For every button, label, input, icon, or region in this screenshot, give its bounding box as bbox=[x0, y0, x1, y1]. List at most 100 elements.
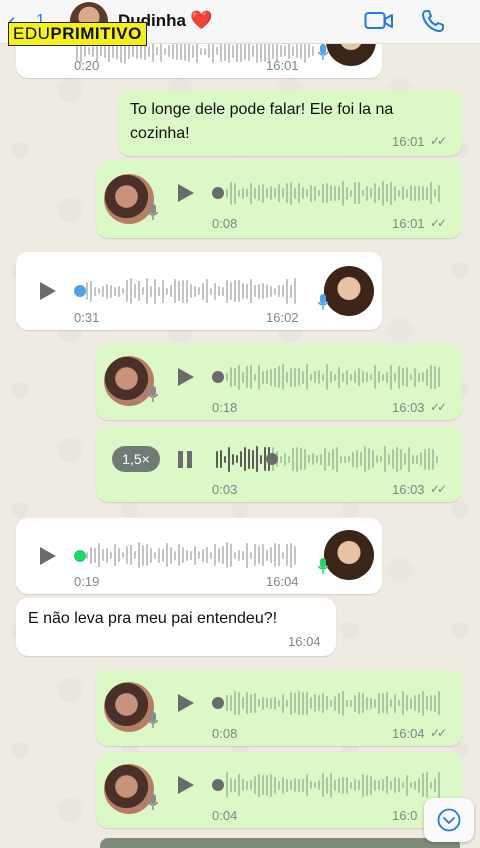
voice-waveform[interactable] bbox=[226, 688, 442, 718]
waveform-bar bbox=[334, 373, 336, 381]
scroll-to-bottom-button[interactable] bbox=[424, 798, 474, 842]
waveform-bar bbox=[318, 695, 320, 711]
waveform-bar bbox=[282, 364, 284, 390]
voice-waveform[interactable] bbox=[226, 178, 442, 208]
waveform-bar bbox=[242, 550, 244, 560]
waveform-bar bbox=[90, 280, 92, 302]
play-icon[interactable] bbox=[178, 776, 194, 794]
read-ticks-icon: ✓✓ bbox=[430, 400, 447, 414]
waveform-bar bbox=[138, 281, 140, 301]
voice-message[interactable]: 0:08 16:01 ✓✓ bbox=[96, 160, 462, 238]
message-time: 16:03 bbox=[392, 482, 425, 497]
waveform-bar bbox=[324, 447, 326, 471]
waveform-bar bbox=[312, 453, 314, 465]
waveform-bar bbox=[190, 550, 192, 560]
waveform-bar bbox=[426, 368, 428, 386]
mic-icon bbox=[148, 386, 158, 402]
waveform-bar bbox=[292, 46, 294, 56]
waveform-bar bbox=[130, 278, 132, 304]
voice-message[interactable]: 0:19 16:04 bbox=[16, 518, 382, 594]
waveform-bar bbox=[270, 697, 272, 709]
waveform-bar bbox=[322, 183, 324, 203]
text-message[interactable]: To longe dele pode falar! Ele foi la na … bbox=[118, 90, 462, 156]
waveform-bar bbox=[242, 697, 244, 709]
waveform-bar bbox=[354, 779, 356, 791]
waveform-bar bbox=[358, 692, 360, 714]
waveform-bar bbox=[362, 773, 364, 797]
voice-waveform[interactable] bbox=[86, 540, 300, 570]
waveform-bar bbox=[226, 188, 228, 198]
playhead-dot[interactable] bbox=[74, 285, 86, 297]
message-time: 16:01 bbox=[392, 216, 425, 231]
voice-message-playing[interactable]: 1,5× 0:03 16:03 ✓✓ bbox=[96, 426, 462, 502]
waveform-bar bbox=[146, 544, 148, 566]
voice-waveform[interactable] bbox=[216, 444, 442, 474]
play-icon[interactable] bbox=[178, 184, 194, 202]
waveform-bar bbox=[432, 448, 434, 470]
playback-speed-button[interactable]: 1,5× bbox=[112, 446, 160, 472]
waveform-bar bbox=[294, 367, 296, 387]
waveform-bar bbox=[384, 446, 386, 472]
play-icon[interactable] bbox=[178, 694, 194, 712]
waveform-bar bbox=[406, 367, 408, 387]
waveform-bar bbox=[236, 455, 238, 463]
waveform-bar bbox=[150, 547, 152, 563]
voice-message[interactable]: 0:18 16:03 ✓✓ bbox=[96, 344, 462, 420]
waveform-bar bbox=[154, 278, 156, 304]
waveform-bar bbox=[398, 365, 400, 389]
waveform-bar bbox=[366, 185, 368, 201]
waveform-bar bbox=[290, 691, 292, 715]
waveform-bar bbox=[90, 546, 92, 564]
waveform-bar bbox=[298, 691, 300, 715]
voice-call-icon[interactable] bbox=[420, 8, 446, 34]
voice-message[interactable]: 0:08 16:04 ✓✓ bbox=[96, 670, 462, 746]
message-time: 16:01 bbox=[392, 134, 425, 149]
waveform-bar bbox=[386, 776, 388, 794]
waveform-bar bbox=[410, 185, 412, 201]
play-icon[interactable] bbox=[40, 282, 56, 300]
waveform-bar bbox=[330, 371, 332, 383]
waveform-bar bbox=[258, 283, 260, 299]
playhead-dot[interactable] bbox=[212, 697, 224, 709]
waveform-bar bbox=[294, 693, 296, 713]
waveform-bar bbox=[166, 543, 168, 567]
voice-message[interactable]: 0:04 16:0 bbox=[96, 752, 462, 828]
mic-icon bbox=[318, 44, 328, 60]
waveform-bar bbox=[274, 367, 276, 387]
message-time: 16:04 bbox=[392, 726, 425, 741]
voice-waveform[interactable] bbox=[226, 362, 442, 392]
waveform-bar bbox=[346, 699, 348, 707]
waveform-bar bbox=[422, 773, 424, 797]
voice-waveform[interactable] bbox=[226, 770, 442, 800]
waveform-bar bbox=[248, 449, 250, 469]
waveform-bar bbox=[230, 282, 232, 300]
message-time: 16:01 bbox=[266, 58, 299, 73]
waveform-bar bbox=[278, 366, 280, 388]
play-icon[interactable] bbox=[40, 547, 56, 565]
text-message[interactable]: E não leva pra meu pai entendeu?! 16:04 bbox=[16, 598, 336, 656]
waveform-bar bbox=[242, 187, 244, 199]
waveform-bar bbox=[278, 184, 280, 202]
play-icon[interactable] bbox=[178, 368, 194, 386]
waveform-bar bbox=[218, 548, 220, 562]
waveform-bar bbox=[368, 448, 370, 470]
waveform-bar bbox=[422, 186, 424, 200]
playhead-dot[interactable] bbox=[266, 453, 278, 465]
waveform-bar bbox=[372, 450, 374, 468]
playhead-dot[interactable] bbox=[74, 550, 86, 562]
waveform-bar bbox=[342, 776, 344, 794]
chevron-down-icon bbox=[437, 808, 461, 832]
waveform-bar bbox=[304, 448, 306, 470]
voice-waveform[interactable] bbox=[86, 276, 300, 306]
voice-message[interactable]: 0:31 16:02 bbox=[16, 252, 382, 330]
playhead-dot[interactable] bbox=[212, 779, 224, 791]
waveform-bar bbox=[326, 696, 328, 710]
video-call-icon[interactable] bbox=[364, 10, 394, 32]
playhead-dot[interactable] bbox=[212, 187, 224, 199]
playhead-dot[interactable] bbox=[212, 371, 224, 383]
waveform-bar bbox=[154, 551, 156, 559]
waveform-bar bbox=[358, 368, 360, 386]
waveform-bar bbox=[86, 282, 88, 300]
waveform-bar bbox=[260, 454, 262, 464]
waveform-bar bbox=[410, 697, 412, 709]
